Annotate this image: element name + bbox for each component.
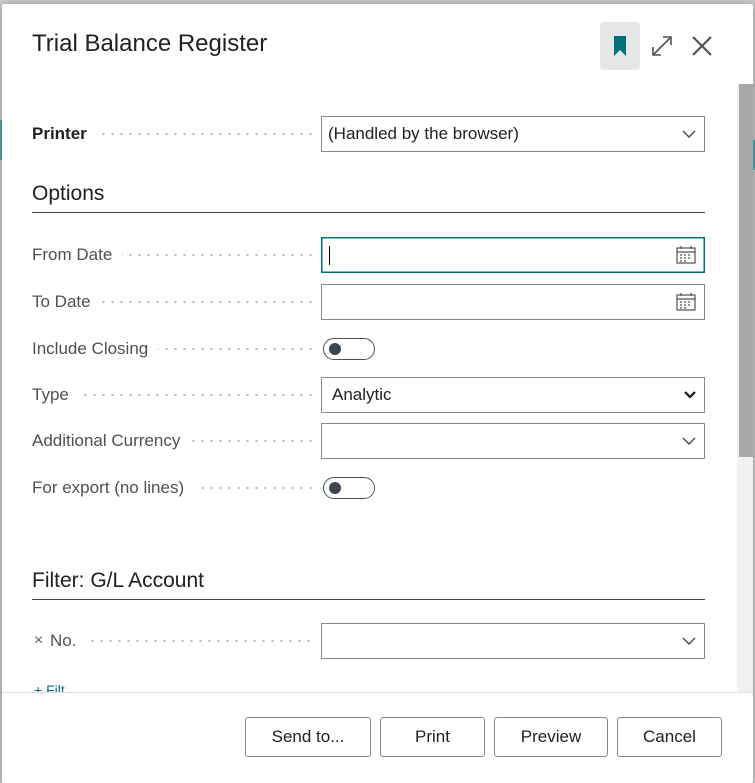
printer-label: Printer <box>32 116 97 152</box>
close-button[interactable] <box>682 22 722 70</box>
chevron-down-icon <box>684 391 696 399</box>
text-cursor <box>329 246 330 265</box>
chevron-down-icon <box>682 437 696 445</box>
additional-currency-row: Additional Currency <box>32 423 705 459</box>
vertical-scrollbar[interactable] <box>737 84 753 692</box>
from-date-row: From Date <box>32 237 705 273</box>
printer-value: (Handled by the browser) <box>328 124 519 143</box>
to-date-label: To Date <box>32 284 101 320</box>
printer-row: Printer (Handled by the browser) <box>32 116 705 152</box>
chevron-down-icon <box>682 130 696 138</box>
type-select[interactable]: Analytic <box>321 377 705 413</box>
type-value: Analytic <box>332 385 392 404</box>
to-date-row: To Date <box>32 284 705 320</box>
calendar-icon[interactable] <box>676 293 696 311</box>
from-date-label: From Date <box>32 237 123 273</box>
options-section-header: Options <box>32 182 705 213</box>
for-export-row: For export (no lines) <box>32 470 705 506</box>
send-to-button[interactable]: Send to... <box>245 717 371 757</box>
clear-filter-icon[interactable]: × <box>34 623 44 659</box>
expand-button[interactable] <box>642 22 682 70</box>
additional-currency-label: Additional Currency <box>32 423 191 459</box>
bookmark-button[interactable] <box>600 22 640 70</box>
include-closing-toggle[interactable] <box>323 338 375 360</box>
include-closing-label: Include Closing <box>32 331 159 367</box>
print-button[interactable]: Print <box>380 717 485 757</box>
additional-currency-select[interactable] <box>321 423 705 459</box>
dialog-title: Trial Balance Register <box>32 30 268 57</box>
printer-select[interactable]: (Handled by the browser) <box>321 116 705 152</box>
preview-button[interactable]: Preview <box>494 717 608 757</box>
filter-section-header: Filter: G/L Account <box>32 569 705 600</box>
scrollbar-thumb[interactable] <box>739 84 753 457</box>
request-page-content[interactable]: Printer (Handled by the browser) Options… <box>2 84 737 692</box>
filter-no-row: × No. <box>32 623 705 659</box>
for-export-label: For export (no lines) <box>32 470 195 506</box>
dialog-footer: Send to... Print Preview Cancel <box>2 692 753 783</box>
filter-no-label: No. <box>50 623 87 659</box>
toggle-knob <box>329 343 341 355</box>
type-row: Type Analytic <box>32 377 705 413</box>
from-date-input[interactable] <box>321 237 705 273</box>
options-title: Options <box>32 182 105 205</box>
type-label: Type <box>32 377 79 413</box>
calendar-icon[interactable] <box>676 246 696 264</box>
for-export-toggle[interactable] <box>323 477 375 499</box>
close-icon <box>692 36 712 56</box>
trial-balance-register-dialog: Trial Balance Register Printer (Handled … <box>2 4 753 783</box>
toggle-knob <box>329 482 341 494</box>
add-filter-link[interactable]: + Filt... <box>34 682 76 692</box>
include-closing-row: Include Closing <box>32 331 705 367</box>
to-date-input[interactable] <box>321 284 705 320</box>
expand-icon <box>652 36 672 56</box>
bookmark-icon <box>614 36 626 56</box>
cancel-button[interactable]: Cancel <box>617 717 722 757</box>
filter-title: Filter: G/L Account <box>32 569 204 592</box>
filter-no-select[interactable] <box>321 623 705 659</box>
dotted-leader <box>66 623 314 659</box>
chevron-down-icon <box>682 637 696 645</box>
